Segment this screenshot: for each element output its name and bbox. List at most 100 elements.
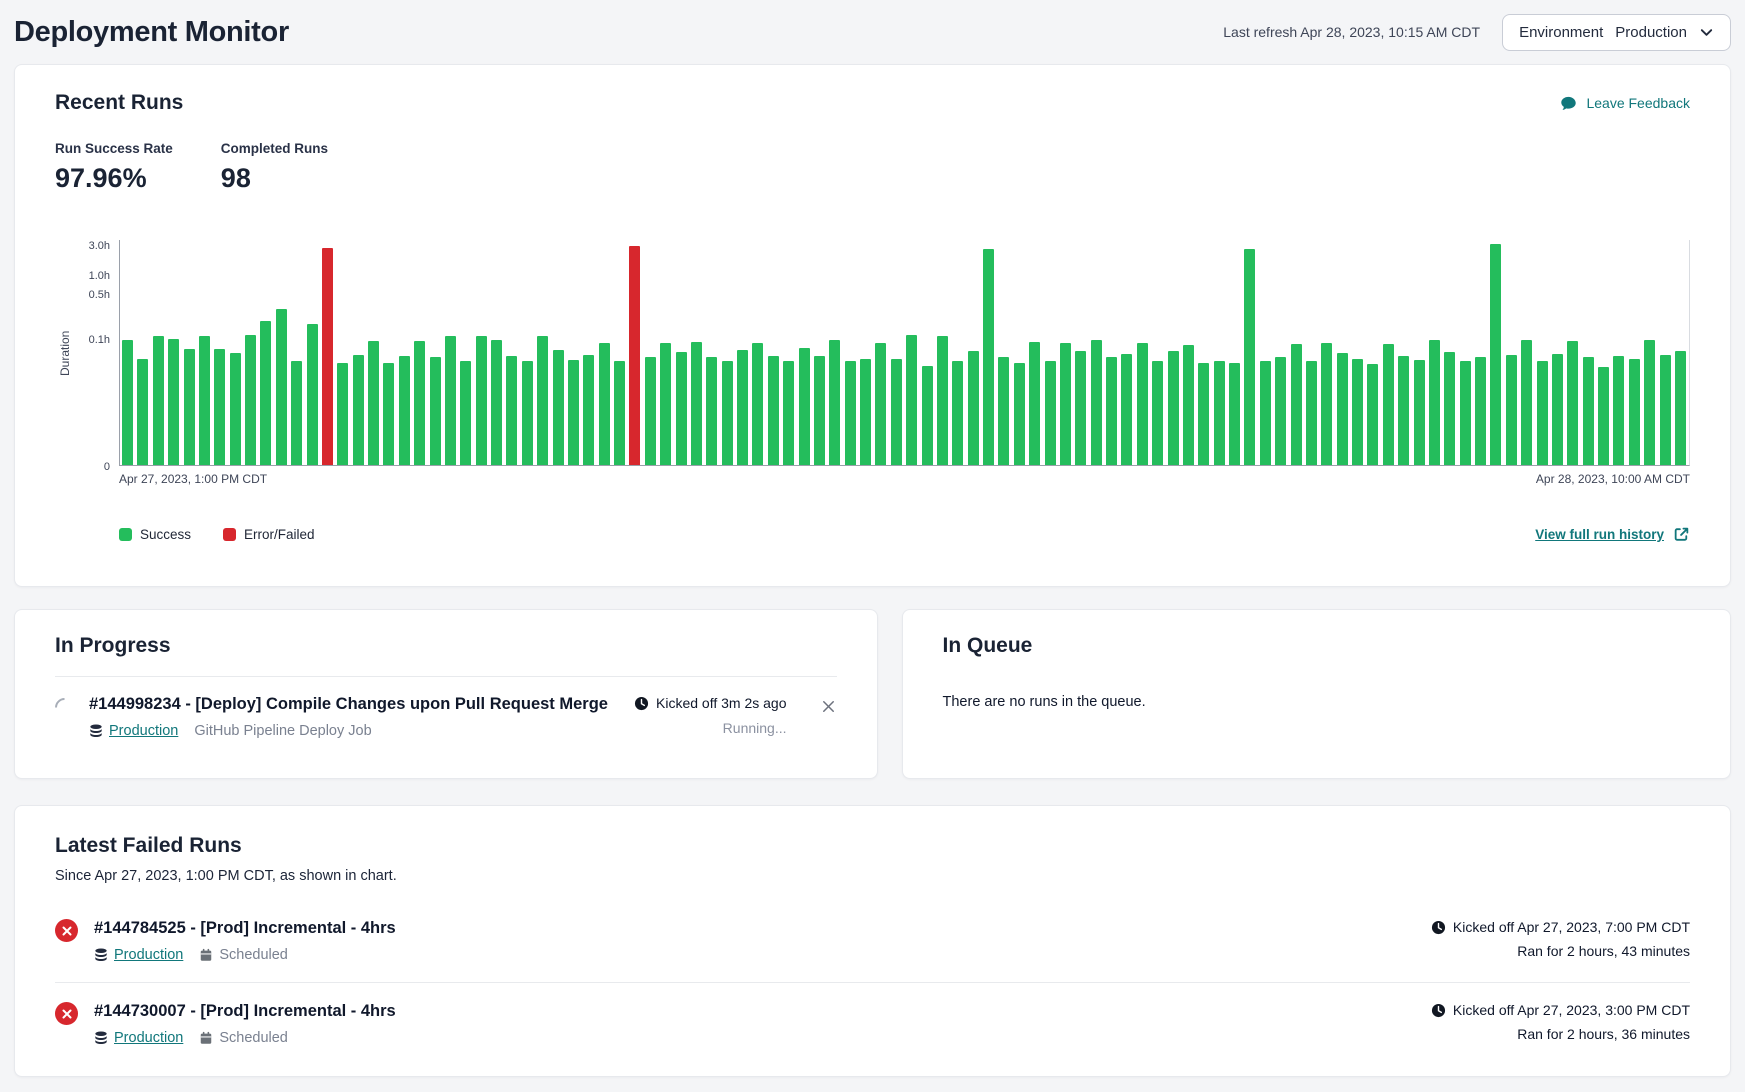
chart-bar-success[interactable] [968, 351, 979, 465]
chart-bar-success[interactable] [537, 336, 548, 465]
chart-bar-success[interactable] [1337, 353, 1348, 466]
chart-bar-success[interactable] [122, 340, 133, 466]
chart-bar-success[interactable] [952, 361, 963, 465]
chart-bar-success[interactable] [1567, 341, 1578, 465]
chart-bar-success[interactable] [1198, 363, 1209, 465]
chart-bar-success[interactable] [998, 357, 1009, 465]
chart-bar-success[interactable] [1183, 345, 1194, 465]
chart-bar-success[interactable] [214, 349, 225, 466]
chart-bar-success[interactable] [1552, 354, 1563, 466]
chart-bar-success[interactable] [722, 361, 733, 465]
chart-bar-success[interactable] [276, 309, 287, 465]
chart-bar-success[interactable] [737, 350, 748, 465]
chart-bar-success[interactable] [153, 336, 164, 465]
chart-bar-success[interactable] [430, 357, 441, 465]
chart-bar-success[interactable] [1490, 244, 1501, 465]
chart-bar-success[interactable] [1229, 363, 1240, 465]
chart-bar-success[interactable] [245, 335, 256, 465]
chart-bar-success[interactable] [922, 366, 933, 465]
view-full-run-history-link[interactable]: View full run history [1535, 526, 1690, 543]
leave-feedback-link[interactable]: Leave Feedback [1560, 95, 1690, 112]
chart-bar-success[interactable] [506, 356, 517, 466]
chart-bar-success[interactable] [1321, 343, 1332, 465]
chart-bar-success[interactable] [1506, 355, 1517, 466]
chart-bar-success[interactable] [353, 355, 364, 466]
chart-bar-success[interactable] [1444, 352, 1455, 465]
chart-bar-success[interactable] [414, 341, 425, 465]
chart-bar-success[interactable] [291, 361, 302, 465]
chart-bar-success[interactable] [1091, 340, 1102, 466]
chart-bar-success[interactable] [1383, 344, 1394, 465]
environment-tag-link[interactable]: Production [89, 723, 178, 739]
chart-bar-success[interactable] [937, 336, 948, 465]
chart-bar-success[interactable] [137, 359, 148, 465]
chart-bar-success[interactable] [1613, 356, 1624, 466]
chart-bar-success[interactable] [445, 336, 456, 465]
chart-bar-success[interactable] [860, 359, 871, 465]
chart-bar-success[interactable] [906, 335, 917, 465]
environment-tag-link[interactable]: Production [94, 1030, 183, 1046]
chart-bar-success[interactable] [829, 340, 840, 466]
chart-bar-success[interactable] [706, 357, 717, 465]
chart-bar-success[interactable] [1075, 351, 1086, 465]
chart-bar-success[interactable] [1675, 351, 1686, 465]
chart-bar-success[interactable] [1429, 340, 1440, 466]
chart-bar-success[interactable] [199, 336, 210, 465]
chart-bar-success[interactable] [1660, 355, 1671, 466]
chart-bar-success[interactable] [1029, 342, 1040, 465]
chart-bar-success[interactable] [460, 361, 471, 465]
chart-bar-success[interactable] [1244, 249, 1255, 465]
chart-bar-success[interactable] [568, 360, 579, 466]
chart-bar-success[interactable] [983, 249, 994, 465]
chart-bar-success[interactable] [1306, 361, 1317, 465]
chart-bar-success[interactable] [1152, 361, 1163, 465]
chart-bar-success[interactable] [522, 361, 533, 465]
chart-bar-success[interactable] [260, 321, 271, 465]
chart-bar-success[interactable] [1460, 361, 1471, 465]
chart-bar-error[interactable] [322, 248, 333, 465]
chart-bar-success[interactable] [1644, 340, 1655, 466]
chart-bar-success[interactable] [645, 357, 656, 465]
chart-bar-success[interactable] [476, 336, 487, 465]
chart-bar-success[interactable] [1583, 357, 1594, 465]
chart-bar-success[interactable] [399, 356, 410, 466]
chart-bar-success[interactable] [230, 353, 241, 466]
chart-bar-success[interactable] [1260, 361, 1271, 465]
chart-bar-success[interactable] [660, 343, 671, 465]
chart-bar-success[interactable] [691, 342, 702, 465]
chart-bar-success[interactable] [845, 361, 856, 465]
chart-bar-success[interactable] [814, 356, 825, 466]
chart-bar-success[interactable] [1598, 367, 1609, 465]
chart-bar-success[interactable] [875, 343, 886, 465]
chart-bar-success[interactable] [1137, 343, 1148, 465]
chart-bar-success[interactable] [768, 356, 779, 466]
chart-bar-success[interactable] [1291, 344, 1302, 465]
chart-bar-success[interactable] [752, 343, 763, 465]
chart-bar-success[interactable] [383, 363, 394, 465]
chart-bar-success[interactable] [676, 352, 687, 465]
chart-bar-error[interactable] [629, 246, 640, 465]
chart-bar-success[interactable] [799, 348, 810, 465]
chart-bar-success[interactable] [368, 341, 379, 465]
chart-bar-success[interactable] [491, 340, 502, 466]
chart-bar-success[interactable] [1121, 354, 1132, 466]
environment-tag-link[interactable]: Production [94, 947, 183, 963]
chart-bar-success[interactable] [1414, 360, 1425, 466]
chart-bar-success[interactable] [1275, 357, 1286, 465]
chart-bar-success[interactable] [891, 359, 902, 465]
chart-bar-success[interactable] [1014, 363, 1025, 465]
chart-bar-success[interactable] [553, 350, 564, 465]
chart-bar-success[interactable] [1045, 361, 1056, 465]
chart-bar-success[interactable] [1352, 359, 1363, 465]
chart-bar-success[interactable] [1398, 356, 1409, 466]
chart-bar-success[interactable] [783, 361, 794, 465]
close-icon[interactable] [820, 698, 837, 715]
chart-bar-success[interactable] [1060, 343, 1071, 465]
chart-bar-success[interactable] [1537, 361, 1548, 465]
chart-bar-success[interactable] [337, 363, 348, 465]
chart-bar-success[interactable] [583, 355, 594, 466]
chart-bar-success[interactable] [1106, 357, 1117, 465]
chart-bar-success[interactable] [1629, 359, 1640, 465]
environment-select[interactable]: Environment Production [1502, 14, 1731, 51]
chart-bar-success[interactable] [307, 324, 318, 465]
